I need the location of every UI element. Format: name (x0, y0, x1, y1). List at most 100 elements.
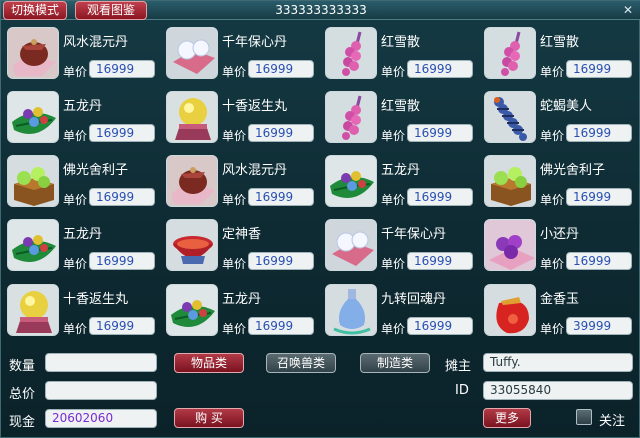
item-name: 红雪散 (381, 35, 421, 50)
item-cell[interactable]: 十香返生丸 单价 16999 (162, 87, 320, 151)
item-name: 千年保心丹 (381, 227, 447, 242)
item-name: 风水混元丹 (222, 163, 288, 178)
seller-field: Tuffy. (483, 353, 633, 372)
item-cell[interactable]: 十香返生丸单价 16999 (3, 280, 161, 344)
price-field: 16999 (566, 60, 632, 78)
price-field: 16999 (407, 317, 473, 335)
purple-pills-icon (484, 219, 536, 271)
item-cell[interactable]: 蛇蝎美人单价 16999 (480, 87, 638, 151)
incense-bowl-icon (166, 219, 218, 271)
item-cell[interactable]: 千年保心丹 单价 16999 (162, 23, 320, 87)
price-label: 单价 (63, 129, 88, 143)
item-name: 五龙丹 (381, 163, 421, 178)
pink-berries-icon (325, 91, 377, 143)
item-name: 蛇蝎美人 (540, 99, 593, 114)
item-cell[interactable]: 红雪散 单价 16999 (480, 23, 638, 87)
item-cell[interactable]: 九转回魂丹单价 16999 (321, 280, 479, 344)
price-label: 单价 (63, 322, 88, 336)
total-label: 总价 (9, 387, 36, 402)
item-cell[interactable]: 金香玉单价 39999 (480, 280, 638, 344)
item-cell[interactable]: 定神香单价 16999 (162, 215, 320, 279)
item-name: 五龙丹 (63, 99, 103, 114)
more-button[interactable]: 更多 (483, 408, 531, 428)
switch-mode-button[interactable]: 切换模式 (3, 1, 67, 20)
item-cell[interactable]: 风水混元丹 单价 16999 (162, 151, 320, 215)
item-cell[interactable]: 红雪散 单价 16999 (321, 23, 479, 87)
price-field: 16999 (89, 124, 155, 142)
item-name: 小还丹 (540, 227, 580, 242)
close-icon[interactable]: ✕ (621, 3, 635, 17)
follow-checkbox[interactable] (576, 409, 592, 425)
price-label: 单价 (222, 257, 247, 271)
price-label: 单价 (540, 322, 565, 336)
item-cell[interactable]: 红雪散单价 16999 (321, 87, 479, 151)
leaf-with-beads-icon (7, 91, 59, 143)
item-name: 风水混元丹 (63, 35, 129, 50)
white-pills-icon (325, 219, 377, 271)
item-name: 定神香 (222, 227, 262, 242)
item-cell[interactable]: 风水混元丹单价 16999 (3, 23, 161, 87)
golden-orb-icon (166, 91, 218, 143)
green-orbs-box-icon (484, 155, 536, 207)
price-label: 单价 (222, 322, 247, 336)
pink-berries-icon (325, 27, 377, 79)
item-cell[interactable]: 五龙丹单价 16999 (162, 280, 320, 344)
window-title: 333333333333 (275, 3, 367, 17)
price-field: 16999 (407, 124, 473, 142)
price-field: 16999 (566, 124, 632, 142)
price-label: 单价 (540, 257, 565, 271)
category-goods-button[interactable]: 物品类 (174, 353, 244, 373)
cash-label: 现金 (9, 415, 36, 430)
item-cell[interactable]: 佛光舍利子 单价 16999 (3, 151, 161, 215)
price-label: 单价 (222, 65, 247, 79)
item-cell[interactable]: 小还丹 单价 16999 (480, 215, 638, 279)
item-name: 红雪散 (540, 35, 580, 50)
view-catalog-button[interactable]: 观看图鉴 (75, 1, 147, 20)
price-field: 16999 (248, 188, 314, 206)
price-label: 单价 (540, 129, 565, 143)
price-label: 单价 (381, 129, 406, 143)
price-field: 16999 (89, 60, 155, 78)
title-bar: 切换模式 观看图鉴 333333333333 ✕ (1, 1, 640, 20)
item-cell[interactable]: 五龙丹 单价 16999 (3, 215, 161, 279)
item-cell[interactable]: 五龙丹 单价 16999 (321, 151, 479, 215)
price-label: 单价 (381, 322, 406, 336)
white-pills-icon (166, 27, 218, 79)
id-label: ID (455, 383, 469, 398)
id-field: 33055840 (483, 381, 633, 400)
green-orbs-box-icon (7, 155, 59, 207)
price-field: 16999 (248, 252, 314, 270)
item-cell[interactable]: 佛光舍利子 单价 16999 (480, 151, 638, 215)
category-summon-button[interactable]: 召唤兽类 (266, 353, 336, 373)
item-name: 十香返生丸 (63, 292, 129, 307)
follow-label: 关注 (599, 414, 626, 429)
item-cell[interactable]: 五龙丹单价 16999 (3, 87, 161, 151)
item-grid: 风水混元丹 单价 16999 千年保心丹 单价 16999 红雪散 单价 16999 红雪散 单价 1… (1, 23, 640, 345)
item-name: 十香返生丸 (222, 99, 288, 114)
item-name: 五龙丹 (63, 227, 103, 242)
leaf-with-beads-icon (325, 155, 377, 207)
price-field: 16999 (248, 124, 314, 142)
item-name: 金香玉 (540, 292, 580, 307)
cash-field: 20602060 (45, 409, 157, 428)
item-name: 九转回魂丹 (381, 292, 447, 307)
quantity-label: 数量 (9, 359, 36, 374)
red-sack-icon (484, 284, 536, 336)
item-name: 五龙丹 (222, 292, 262, 307)
price-field: 39999 (566, 317, 632, 335)
item-name: 红雪散 (381, 99, 421, 114)
item-cell[interactable]: 千年保心丹 单价 16999 (321, 215, 479, 279)
buy-button[interactable]: 购 买 (174, 408, 244, 428)
quantity-input[interactable] (45, 353, 157, 372)
category-craft-button[interactable]: 制造类 (360, 353, 430, 373)
price-field: 16999 (89, 252, 155, 270)
price-field: 16999 (248, 317, 314, 335)
price-field: 16999 (89, 317, 155, 335)
item-name: 佛光舍利子 (63, 163, 129, 178)
price-label: 单价 (63, 65, 88, 79)
stall-window: 切换模式 观看图鉴 333333333333 ✕ 风水混元丹 单价 16999 千年保… (0, 0, 640, 438)
price-field: 16999 (566, 188, 632, 206)
pink-berries-icon (484, 27, 536, 79)
price-label: 单价 (63, 193, 88, 207)
pouch-on-cloth-icon (166, 155, 218, 207)
